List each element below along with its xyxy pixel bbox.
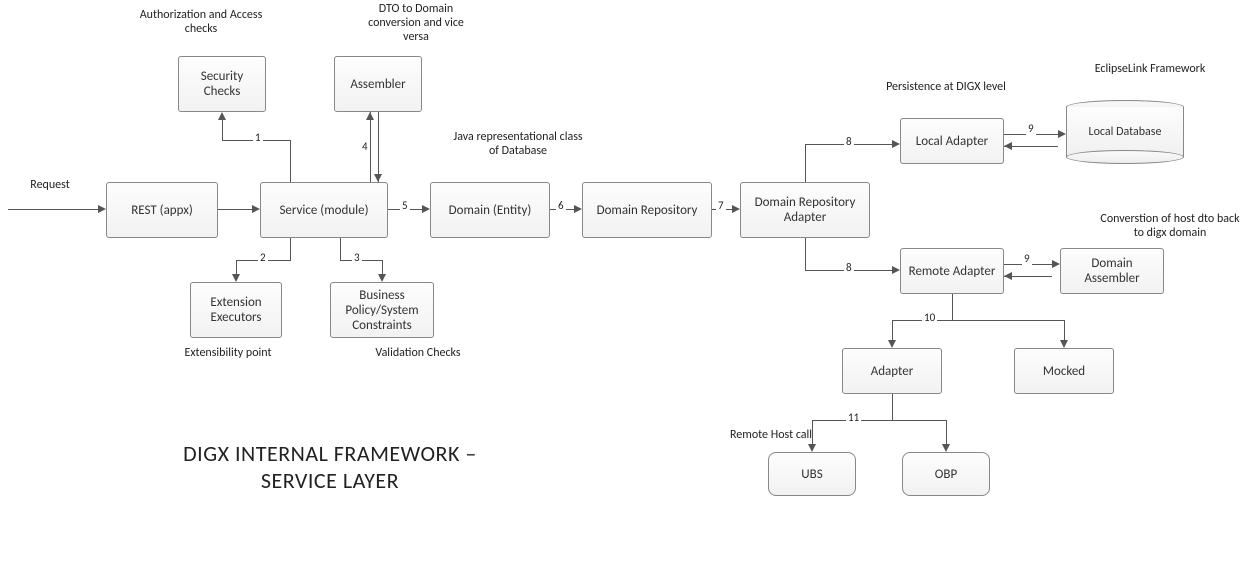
- node-label: Mocked: [1043, 364, 1085, 379]
- arrow-head-icon: [1004, 142, 1012, 150]
- arrow: [290, 140, 291, 182]
- arrow: [290, 238, 291, 260]
- arrow-head-icon: [1058, 130, 1066, 138]
- arrow: [946, 420, 947, 444]
- node-security-checks: Security Checks: [178, 56, 266, 112]
- arrow: [8, 209, 98, 210]
- node-assembler: Assembler: [334, 56, 422, 112]
- node-label: Local Adapter: [916, 134, 988, 149]
- arrow-head-icon: [942, 444, 950, 452]
- arrow-head-icon: [232, 274, 240, 282]
- arrow-head-icon: [1060, 340, 1068, 348]
- node-ubs: UBS: [768, 452, 856, 496]
- arrow: [812, 420, 813, 444]
- edge-number: 3: [352, 251, 362, 264]
- arrow: [236, 260, 237, 274]
- label-validation: Validation Checks: [358, 346, 478, 360]
- node-label: UBS: [801, 467, 822, 482]
- edge-number: 2: [258, 251, 268, 264]
- node-label: Business Policy/System Constraints: [335, 288, 429, 333]
- label-request: Request: [20, 178, 80, 192]
- arrow: [805, 144, 806, 182]
- arrow: [812, 420, 946, 421]
- node-label: Remote Adapter: [909, 264, 996, 279]
- arrow: [340, 238, 341, 260]
- edge-number: 1: [253, 131, 263, 144]
- node-label: Security Checks: [183, 69, 261, 99]
- arrow-head-icon: [374, 174, 382, 182]
- node-remote-adapter: Remote Adapter: [900, 248, 1004, 294]
- arrow: [892, 320, 1064, 321]
- node-domain-repo-adapter: Domain Repository Adapter: [740, 182, 870, 238]
- label-dto: DTO to Domain conversion and vice versa: [356, 2, 476, 44]
- node-domain: Domain (Entity): [430, 182, 550, 238]
- node-service: Service (module): [260, 182, 388, 238]
- diagram-title: DIGX INTERNAL FRAMEWORK – SERVICE LAYER: [145, 440, 515, 494]
- node-adapter: Adapter: [842, 348, 942, 394]
- arrow: [805, 238, 806, 270]
- node-mocked: Mocked: [1014, 348, 1114, 394]
- arrow: [378, 112, 379, 182]
- arrow-head-icon: [892, 140, 900, 148]
- node-domain-assembler: Domain Assembler: [1060, 248, 1164, 294]
- edge-number: 9: [1022, 252, 1032, 265]
- node-label: REST (appx): [131, 203, 193, 218]
- node-label: Domain Assembler: [1065, 256, 1159, 286]
- label-conversion: Converstion of host dto back to digx dom…: [1095, 212, 1245, 240]
- arrow-head-icon: [422, 205, 430, 213]
- arrow-head-icon: [1052, 260, 1060, 268]
- arrow: [382, 260, 383, 274]
- arrow-head-icon: [808, 444, 816, 452]
- label-remote-host: Remote Host call: [716, 428, 826, 442]
- label-auth: Authorization and Access checks: [136, 8, 266, 36]
- node-rest: REST (appx): [106, 182, 218, 238]
- arrow: [952, 294, 953, 320]
- node-business-policy: Business Policy/System Constraints: [330, 282, 434, 338]
- edge-number: 11: [846, 411, 861, 424]
- label-extensibility: Extensibility point: [168, 346, 288, 360]
- edge-number: 4: [360, 140, 370, 153]
- node-label: Extension Executors: [195, 295, 277, 325]
- arrow-head-icon: [366, 112, 374, 120]
- arrow-head-icon: [378, 274, 386, 282]
- edge-number: 8: [844, 135, 854, 148]
- arrow-head-icon: [98, 205, 106, 213]
- node-label: Service (module): [279, 203, 368, 218]
- edge-number: 6: [556, 199, 566, 212]
- node-label: Adapter: [871, 364, 914, 379]
- node-label: Local Database: [1089, 125, 1162, 139]
- arrow: [892, 394, 893, 420]
- arrow: [892, 320, 893, 340]
- node-label: Domain Repository Adapter: [745, 195, 865, 225]
- node-extension-executors: Extension Executors: [190, 282, 282, 338]
- arrow: [222, 120, 223, 141]
- arrow-head-icon: [888, 340, 896, 348]
- label-persistence: Persistence at DIGX level: [886, 80, 1006, 94]
- arrow-head-icon: [1004, 272, 1012, 280]
- label-java-rep: Java representational class of Database: [448, 130, 588, 158]
- edge-number: 7: [716, 199, 726, 212]
- arrow-head-icon: [218, 112, 226, 120]
- arrow: [1004, 146, 1058, 147]
- edge-number: 9: [1026, 122, 1036, 135]
- arrow-head-icon: [574, 205, 582, 213]
- label-eclipselink: EclipseLink Framework: [1080, 62, 1220, 76]
- node-label: Domain (Entity): [449, 203, 532, 218]
- node-label: Domain Repository: [597, 203, 698, 218]
- arrow: [370, 112, 371, 182]
- edge-number: 8: [844, 261, 854, 274]
- arrow: [218, 209, 252, 210]
- node-local-database: Local Database: [1066, 100, 1184, 164]
- arrow: [1064, 320, 1065, 340]
- arrow-head-icon: [892, 266, 900, 274]
- node-label: OBP: [935, 467, 957, 482]
- edge-number: 5: [400, 199, 410, 212]
- node-local-adapter: Local Adapter: [900, 118, 1004, 164]
- arrow-head-icon: [732, 205, 740, 213]
- node-label: Assembler: [350, 77, 405, 92]
- node-domain-repo: Domain Repository: [582, 182, 712, 238]
- arrow-head-icon: [252, 205, 260, 213]
- node-obp: OBP: [902, 452, 990, 496]
- edge-number: 10: [922, 311, 937, 324]
